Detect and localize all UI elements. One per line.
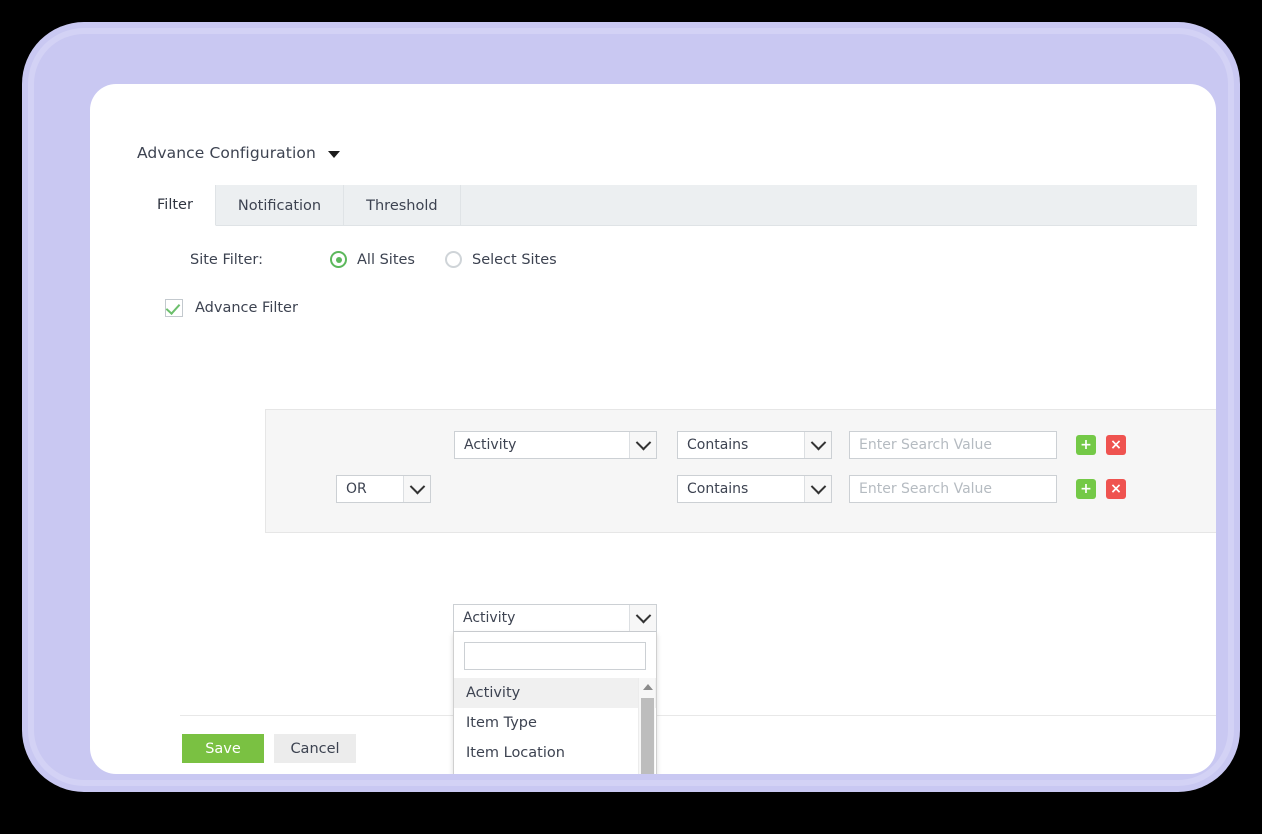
advance-filter-label: Advance Filter — [195, 300, 298, 316]
dropdown-body: Activity Item Type Item Location Site Ti… — [453, 632, 657, 774]
radio-all-sites[interactable]: All Sites — [330, 251, 415, 268]
dropdown-option[interactable]: Item Type — [454, 708, 656, 738]
plus-icon: + — [1080, 481, 1092, 497]
plus-icon: + — [1080, 437, 1092, 453]
dropdown-search-input[interactable] — [464, 642, 646, 670]
radio-select-sites-indicator — [444, 251, 462, 268]
tab-threshold[interactable]: Threshold — [344, 185, 461, 226]
advance-configuration-toggle[interactable]: Advance Configuration — [137, 144, 340, 162]
advance-filter-checkbox[interactable]: Advance Filter — [165, 299, 298, 317]
filter-operator-select-row1[interactable]: Contains — [677, 431, 832, 459]
filter-field-selected-value: Activity — [463, 610, 516, 626]
tab-filter[interactable]: Filter — [135, 185, 216, 226]
filter-field-dropdown-open: Activity Activity Item Type Item Locatio… — [453, 604, 657, 774]
scroll-up-button[interactable] — [639, 678, 656, 695]
advance-filter-panel: Activity Contains + × — [265, 409, 1216, 533]
tab-notification-label: Notification — [237, 197, 322, 214]
filter-operator-value-row1: Contains — [687, 437, 749, 453]
delete-filter-row-button-row1[interactable]: × — [1106, 435, 1126, 455]
advance-filter-checkbox-indicator — [165, 299, 183, 317]
close-icon: × — [1110, 481, 1122, 497]
triangle-up-icon — [642, 683, 653, 690]
radio-select-sites[interactable]: Select Sites — [444, 251, 557, 268]
dropdown-option[interactable]: Item Location — [454, 738, 656, 768]
site-filter-row: Site Filter: All Sites Select Sites — [190, 251, 587, 268]
delete-filter-row-button-row2[interactable]: × — [1106, 479, 1126, 499]
filter-row: OR Contains + × — [266, 475, 1216, 503]
radio-all-sites-label: All Sites — [357, 251, 415, 268]
tab-threshold-label: Threshold — [366, 197, 438, 214]
tab-bar: Filter Notification Threshold — [135, 185, 1197, 226]
dropdown-option[interactable]: Site Title — [454, 768, 656, 774]
chevron-down-icon — [804, 432, 831, 458]
chevron-down-icon — [629, 432, 656, 458]
chevron-down-icon — [804, 476, 831, 502]
chevron-down-icon — [629, 605, 656, 631]
site-filter-label: Site Filter: — [190, 251, 263, 268]
filter-conjunction-select-row2[interactable]: OR — [336, 475, 431, 503]
form-actions: Save Cancel — [182, 734, 356, 763]
tab-filter-label: Filter — [157, 197, 193, 213]
filter-value-input-row1[interactable] — [849, 431, 1057, 459]
dropdown-scrollbar[interactable] — [638, 678, 655, 774]
filter-operator-select-row2[interactable]: Contains — [677, 475, 832, 503]
filter-conjunction-value-row2: OR — [346, 481, 367, 497]
filter-field-value-row1: Activity — [464, 437, 517, 453]
filter-value-input-row2[interactable] — [849, 475, 1057, 503]
scrollbar-thumb[interactable] — [641, 698, 654, 774]
filter-row: Activity Contains + × — [266, 431, 1216, 459]
add-filter-row-button-row1[interactable]: + — [1076, 435, 1096, 455]
dropdown-option-list: Activity Item Type Item Location Site Ti… — [454, 678, 656, 774]
filter-field-select-row1[interactable]: Activity — [454, 431, 657, 459]
add-filter-row-button-row2[interactable]: + — [1076, 479, 1096, 499]
content-card: Advance Configuration Filter Notificatio… — [90, 84, 1216, 774]
close-icon: × — [1110, 437, 1122, 453]
radio-all-sites-indicator — [330, 251, 347, 268]
caret-down-icon — [327, 151, 340, 158]
chevron-down-icon — [403, 476, 430, 502]
filter-operator-value-row2: Contains — [687, 481, 749, 497]
save-button[interactable]: Save — [182, 734, 264, 763]
section-divider — [180, 715, 1216, 716]
dropdown-option[interactable]: Activity — [454, 678, 656, 708]
filter-field-select-row1-head[interactable]: Activity — [453, 604, 657, 632]
tab-notification[interactable]: Notification — [216, 185, 345, 226]
cancel-button[interactable]: Cancel — [274, 734, 356, 763]
device-frame: Advance Configuration Filter Notificatio… — [22, 22, 1240, 792]
radio-select-sites-label: Select Sites — [471, 251, 557, 268]
page-title: Advance Configuration — [137, 144, 316, 162]
